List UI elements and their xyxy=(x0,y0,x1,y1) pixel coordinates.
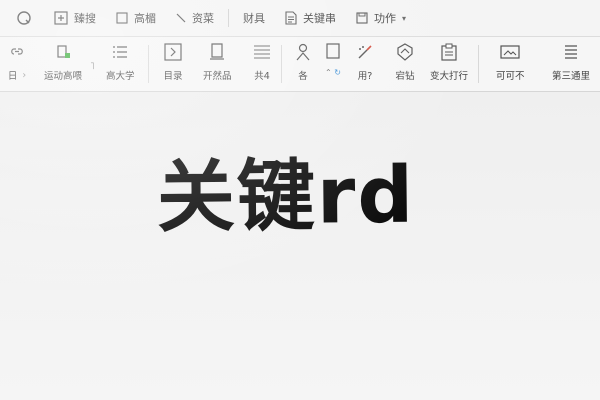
breadcrumb-separator: ˥ xyxy=(90,61,95,72)
menu-divider xyxy=(228,9,229,27)
breadcrumb-sport[interactable]: 运动高喂 xyxy=(44,41,82,82)
arrow-box-icon xyxy=(162,41,184,63)
breadcrumb-university[interactable]: 高大学 xyxy=(106,41,135,82)
enlarge-button[interactable]: 变大打行 xyxy=(430,41,468,82)
frame-icon xyxy=(116,12,128,24)
menu-label-search: 臻搜 xyxy=(74,12,96,25)
menu-item-tools[interactable]: 财具 xyxy=(233,10,275,26)
plus-box-icon xyxy=(54,11,68,25)
doc-icon xyxy=(285,11,297,25)
page-icon xyxy=(206,41,228,63)
link-icon xyxy=(6,41,28,63)
circle-q-icon xyxy=(16,10,32,26)
ribbon-divider xyxy=(148,45,149,83)
stack-icon xyxy=(560,41,582,63)
document-heading[interactable]: 关键rd xyxy=(0,151,586,244)
menu-item-keyword[interactable]: 关键串 xyxy=(275,10,346,26)
breadcrumb-home[interactable]: 日 › xyxy=(6,41,28,82)
share-button[interactable]: 共4 xyxy=(251,41,273,82)
each-button[interactable]: 各 xyxy=(292,41,314,82)
open-button[interactable]: 开然品 xyxy=(203,41,232,82)
menu-label-format: 高楣 xyxy=(134,12,156,25)
breadcrumb-item: 高大学 xyxy=(106,71,135,82)
chevron-down-icon: ▾ xyxy=(402,13,407,23)
breadcrumb-item: 运动高喂 xyxy=(44,71,83,82)
ribbon-divider xyxy=(281,45,282,83)
separator-glyph: ˥ xyxy=(90,61,95,72)
drill-button[interactable]: 宕钻 xyxy=(394,41,416,82)
breadcrumb-separator-icon: › xyxy=(22,69,27,81)
toc-button[interactable]: 目录 xyxy=(162,41,184,82)
menu-item-function[interactable]: 功作 ▾ xyxy=(346,10,416,26)
menu-item-app[interactable] xyxy=(0,10,42,26)
shield-icon xyxy=(394,41,416,63)
menu-label-keyword: 关键串 xyxy=(303,12,336,25)
lines-icon xyxy=(251,41,273,63)
share-label: 共4 xyxy=(254,71,270,82)
drill-label: 宕钻 xyxy=(395,71,415,82)
menu-bar: 臻搜 高楣 资菜 财具 关键串 功作 ▾ xyxy=(0,0,600,37)
clipboard-icon xyxy=(438,41,460,63)
app-screen: 臻搜 高楣 资菜 财具 关键串 功作 ▾ 日 › 运动高喂 ˥ 高大学 目录 开… xyxy=(0,0,600,400)
save-icon xyxy=(356,12,368,24)
document-canvas[interactable]: 关键rd xyxy=(0,92,600,400)
third-pass-button[interactable]: 第三通里 xyxy=(552,41,590,82)
toc-label: 目录 xyxy=(163,71,183,82)
menu-label-tools: 财具 xyxy=(243,12,265,25)
menu-item-resources[interactable]: 资菜 xyxy=(166,10,224,26)
use-button[interactable]: 用? xyxy=(354,41,376,82)
box-button[interactable]: ⌃ ↻ xyxy=(322,41,344,77)
third-pass-label: 第三通里 xyxy=(552,71,591,82)
image-icon xyxy=(499,41,521,63)
open-label: 开然品 xyxy=(203,71,232,82)
use-label: 用? xyxy=(357,71,373,82)
menu-item-search[interactable]: 臻搜 xyxy=(42,10,106,26)
battery-icon xyxy=(52,41,74,63)
menu-label-resources: 资菜 xyxy=(192,12,214,25)
menu-item-format[interactable]: 高楣 xyxy=(106,10,166,26)
list-icon xyxy=(109,41,131,63)
image-button[interactable]: 可可不 xyxy=(496,41,525,82)
menu-label-function: 功作 xyxy=(374,12,396,25)
diagonal-icon xyxy=(176,13,186,23)
ribbon-divider xyxy=(478,45,479,83)
ribbon-toolbar: 日 › 运动高喂 ˥ 高大学 目录 开然品 共4 各 ⌃ ↻ 用? 宕钻 变大打… xyxy=(0,37,600,92)
square-icon xyxy=(322,41,344,63)
brush-icon xyxy=(354,41,376,63)
image-label: 可可不 xyxy=(496,71,525,82)
each-label: 各 xyxy=(298,71,308,82)
person-icon xyxy=(292,41,314,63)
box-label: ⌃ ↻ xyxy=(325,68,341,77)
breadcrumb-item: 日 xyxy=(7,71,18,82)
enlarge-label: 变大打行 xyxy=(430,71,469,82)
